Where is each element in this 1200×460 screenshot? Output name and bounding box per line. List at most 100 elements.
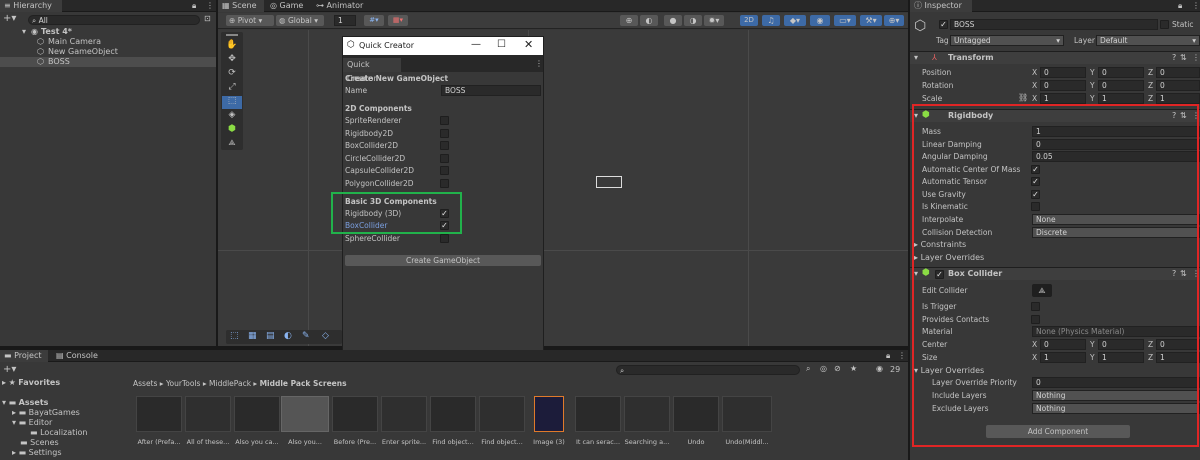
rect-tool-icon[interactable]: ⬚	[222, 96, 242, 109]
tab-project[interactable]: ▬ Project	[0, 350, 48, 362]
search-filter-icon[interactable]: ⌕	[806, 364, 810, 374]
more-icon[interactable]: ⋮	[535, 59, 543, 68]
window-titlebar[interactable]: ⬡ Quick Creator — ☐ ✕	[343, 37, 543, 55]
position-z-input[interactable]: 0	[1156, 67, 1200, 78]
increment-snap-button[interactable]: ▦▾	[388, 15, 408, 26]
asset-thumb[interactable]: All of these...	[185, 396, 231, 446]
rigidbody2d-checkbox[interactable]	[440, 129, 449, 138]
boss-object-bounds[interactable]	[596, 176, 622, 188]
transform-header[interactable]: ▾ ⅄ Transform ? ⇅ ⋮	[910, 51, 1200, 64]
shading-button[interactable]: ◐	[640, 15, 658, 26]
folder-editor[interactable]: ▾ ▬ Editor	[12, 418, 52, 427]
search-input[interactable]: ⌕ All	[28, 15, 200, 25]
asset-thumb[interactable]: After (Prefa...	[136, 396, 182, 446]
help-icon[interactable]: ?	[1172, 53, 1176, 62]
audio-button[interactable]: ♫	[762, 15, 780, 26]
scale-tool-icon[interactable]: ⤢	[222, 82, 242, 95]
asset-thumb-selected[interactable]: Also you...	[281, 396, 329, 446]
hand-tool-icon[interactable]: ✋	[222, 40, 242, 53]
type-filter-icon[interactable]: ◎	[820, 364, 827, 373]
project-search-input[interactable]: ⌕	[616, 365, 800, 375]
hierarchy-item-new-gameobject[interactable]: ⬡ New GameObject	[0, 47, 216, 57]
add-icon[interactable]: +▾	[3, 364, 16, 375]
circlecollider2d-checkbox[interactable]	[440, 154, 449, 163]
moon-icon[interactable]: ◐	[284, 331, 292, 341]
minimize-icon[interactable]: —	[471, 39, 481, 50]
tab-hierarchy[interactable]: ≡ Hierarchy	[0, 0, 62, 12]
asset-thumb[interactable]: Undo(Middl...	[722, 396, 772, 446]
tab-game[interactable]: ◎ Game	[266, 0, 310, 12]
scale-y-input[interactable]: 1	[1098, 93, 1144, 104]
grid-snap-icon[interactable]: ▦	[248, 331, 257, 341]
grid-lines-icon[interactable]: ▤	[266, 331, 275, 341]
grid-rect-icon[interactable]: ⬚	[230, 331, 239, 341]
active-checkbox[interactable]: ✓	[939, 20, 948, 29]
position-x-input[interactable]: 0	[1040, 67, 1086, 78]
rotation-z-input[interactable]: 0	[1156, 80, 1200, 91]
custom-tool-cube-icon[interactable]: ⬢	[222, 124, 242, 137]
sphere-button[interactable]: ●	[664, 15, 682, 26]
snap-value-input[interactable]: 1	[334, 15, 356, 26]
more-icon[interactable]: ⋮	[1192, 53, 1200, 62]
folder-bayatgames[interactable]: ▸ ▬ BayatGames	[12, 408, 80, 417]
tab-console[interactable]: ▤ Console	[52, 350, 102, 362]
lock-icon[interactable]: 🔒︎	[1178, 1, 1182, 11]
fx-button[interactable]: ✹▾	[704, 15, 724, 26]
label-filter-icon[interactable]: ⊘	[834, 364, 841, 373]
tag-dropdown[interactable]: Untagged ▾	[950, 35, 1064, 46]
visibility-button[interactable]: ◉	[810, 15, 830, 26]
object-name-input[interactable]: BOSS	[950, 19, 1158, 30]
asset-thumb[interactable]: Enter sprite...	[381, 396, 427, 446]
chevron-down-icon[interactable]: ▾	[22, 27, 26, 36]
more-icon[interactable]: ⋮	[206, 1, 214, 10]
folder-settings[interactable]: ▸ ▬ Settings	[12, 448, 61, 457]
effects-button[interactable]: ◆▾	[784, 15, 806, 26]
maximize-icon[interactable]: ☐	[497, 39, 506, 50]
pivot-dropdown[interactable]: ⊕ Pivot ▾	[226, 15, 274, 26]
link-icon[interactable]: ⛓	[1018, 93, 1028, 102]
2d-toggle-button[interactable]: 2D	[740, 15, 758, 26]
rotation-x-input[interactable]: 0	[1040, 80, 1086, 91]
add-icon[interactable]: +▾	[3, 13, 16, 24]
asset-thumb[interactable]: Find object...	[479, 396, 525, 446]
asset-thumb[interactable]: Also you ca...	[234, 396, 280, 446]
tab-inspector[interactable]: ⓘ Inspector	[910, 0, 972, 12]
tab-quick-creator[interactable]: Quick Creator	[343, 58, 401, 83]
camera-button[interactable]: ▭▾	[834, 15, 856, 26]
assets-row[interactable]: ▾ ▬ Assets	[2, 398, 48, 407]
name-input[interactable]: BOSS	[441, 85, 541, 96]
preset-icon[interactable]: ⇅	[1180, 53, 1187, 62]
rotation-y-input[interactable]: 0	[1098, 80, 1144, 91]
lighting-button[interactable]: ◑	[684, 15, 702, 26]
scene-viewport[interactable]	[218, 30, 908, 346]
breadcrumb-item[interactable]: MiddlePack	[209, 379, 251, 388]
favorite-icon[interactable]: ★	[850, 364, 857, 373]
breadcrumb-item[interactable]: Assets	[133, 379, 157, 388]
sprite-renderer-checkbox[interactable]	[440, 116, 449, 125]
capsulecollider2d-checkbox[interactable]	[440, 166, 449, 175]
scene-row[interactable]: ▾ ◉ Test 4*	[0, 27, 216, 37]
folder-scenes[interactable]: ▬ Scenes	[20, 438, 59, 447]
hierarchy-item-boss[interactable]: ⬡ BOSS	[0, 57, 216, 67]
favorites-row[interactable]: ▸ ★ Favorites	[2, 378, 60, 387]
eye-icon[interactable]: ◉	[876, 364, 883, 373]
global-dropdown[interactable]: ◍ Global ▾	[276, 15, 324, 26]
asset-thumb[interactable]: Undo	[673, 396, 719, 446]
move-tool-icon[interactable]: ✥	[222, 54, 242, 67]
tools-button[interactable]: ⚒▾	[860, 15, 882, 26]
grid-snap-button[interactable]: #▾	[364, 15, 384, 26]
more-icon[interactable]: ⋮	[898, 351, 906, 360]
scale-x-input[interactable]: 1	[1040, 93, 1086, 104]
scene-filter-icon[interactable]: ⊡	[204, 14, 211, 23]
create-gameobject-button[interactable]: Create GameObject	[345, 255, 541, 266]
cube-grid-icon[interactable]: ◇	[322, 331, 329, 341]
orientation-button[interactable]: ⊕	[620, 15, 638, 26]
scale-z-input[interactable]: 1	[1156, 93, 1200, 104]
polygoncollider2d-checkbox[interactable]	[440, 179, 449, 188]
gizmos-button[interactable]: ⊕▾	[884, 15, 904, 26]
tab-scene[interactable]: ▦ Scene	[218, 0, 264, 12]
asset-thumb[interactable]: It can serac...	[575, 396, 621, 446]
hierarchy-item-main-camera[interactable]: ⬡ Main Camera	[0, 37, 216, 47]
lock-icon[interactable]: 🔒︎	[192, 1, 196, 11]
rotate-tool-icon[interactable]: ⟳	[222, 68, 242, 81]
